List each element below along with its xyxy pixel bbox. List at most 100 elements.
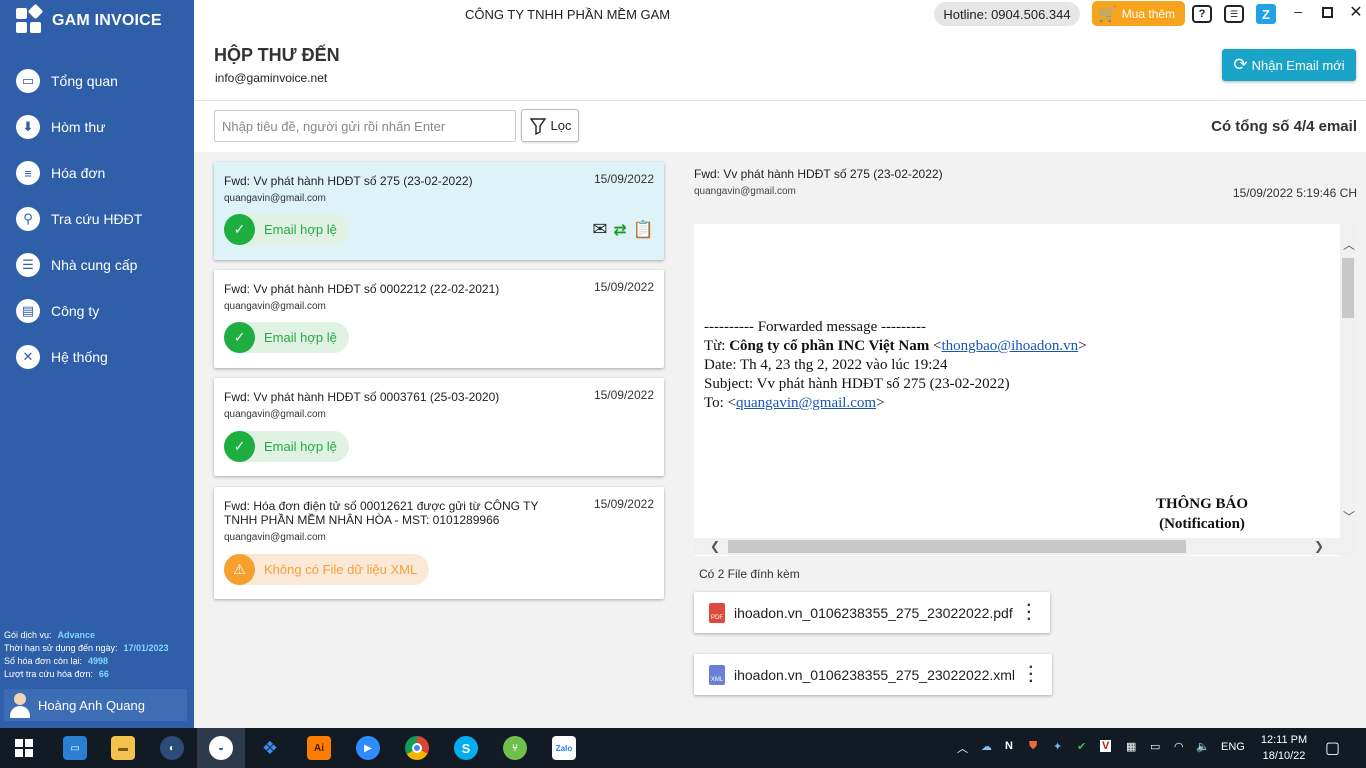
sidebar-item-label: Tra cứu HĐĐT xyxy=(51,211,143,227)
hotline-badge: Hotline: 0904.506.344 xyxy=(934,2,1080,26)
attachment-item[interactable]: PDF ihoadon.vn_0106238355_275_23022022.p… xyxy=(694,592,1050,633)
to-label: To: xyxy=(704,395,728,411)
buy-more-label: Mua thêm xyxy=(1121,6,1176,21)
tray-settings-icon[interactable]: ✦ xyxy=(1053,740,1062,753)
envelope-verify-icon[interactable]: ✉ xyxy=(592,219,607,240)
plan-value: Advance xyxy=(57,630,96,640)
tray-app-icon[interactable]: N xyxy=(1005,740,1013,752)
battery-icon[interactable]: ▭ xyxy=(1150,740,1160,753)
status-badge: ⚠ Không có File dữ liệu XML xyxy=(224,554,430,585)
from-email-link[interactable]: thongbao@ihoadon.vn xyxy=(941,338,1078,354)
tray-expand-icon[interactable]: ︿ xyxy=(957,740,968,756)
taskbar-app-explorer[interactable]: ▬ xyxy=(99,728,147,768)
email-date: 15/09/2022 xyxy=(593,172,654,186)
email-date: 15/09/2022 xyxy=(593,280,654,294)
notification-icon[interactable]: ▢ xyxy=(1325,738,1340,758)
subject-line: Subject: Vv phát hành HDĐT số 275 (23-02… xyxy=(704,376,1010,392)
taskbar-app-zoom[interactable]: ▶ xyxy=(344,728,392,768)
scroll-left-icon[interactable]: ❮ xyxy=(710,539,720,553)
to-email-link[interactable]: quangavin@gmail.com xyxy=(736,395,876,411)
chat-help-icon[interactable]: ? xyxy=(1192,5,1212,23)
user-profile[interactable]: Hoàng Anh Quang xyxy=(4,689,187,721)
sidebar-item-he-thong[interactable]: ✕ Hệ thống xyxy=(0,334,194,380)
sidebar-item-hom-thu[interactable]: ⬇ Hòm thư xyxy=(0,104,194,150)
email-subject: Fwd: Vv phát hành HDĐT số 275 (23-02-202… xyxy=(224,174,473,188)
sidebar-item-tra-cuu[interactable]: ⚲ Tra cứu HĐĐT xyxy=(0,196,194,242)
taskbar-app-remote[interactable]: ▭ xyxy=(51,728,99,768)
sidebar-item-nha-cung-cap[interactable]: ☰ Nhà cung cấp xyxy=(0,242,194,288)
notice-heading: THÔNG BÁO (Notification) xyxy=(1058,494,1340,534)
fetch-new-email-button[interactable]: ⟳ Nhận Email mới xyxy=(1222,49,1356,81)
zalo-app-icon: Zalo xyxy=(552,736,576,760)
volume-icon[interactable]: 🔈 xyxy=(1196,740,1210,753)
scroll-right-icon[interactable]: ❯ xyxy=(1314,539,1324,553)
tray-vivaldi-icon[interactable]: V xyxy=(1100,740,1112,752)
email-card[interactable]: Fwd: Vv phát hành HDĐT số 0002212 (22-02… xyxy=(214,270,664,368)
sidebar-item-tong-quan[interactable]: ▭ Tổng quan xyxy=(0,58,194,104)
email-card[interactable]: Fwd: Vv phát hành HDĐT số 275 (23-02-202… xyxy=(214,162,664,260)
filter-label: Lọc xyxy=(550,118,572,133)
minimize-icon[interactable]: – xyxy=(1291,4,1305,18)
taskbar-app-dropbox[interactable]: ❖ xyxy=(246,728,294,768)
taskbar-app-chrome[interactable] xyxy=(393,728,441,768)
app-logo-icon xyxy=(16,3,44,34)
skype-icon: S xyxy=(454,736,478,760)
mailbox-address: info@gaminvoice.net xyxy=(215,71,328,85)
status-badge: ✓ Email hợp lệ xyxy=(224,214,349,245)
date-line: Date: Th 4, 23 thg 2, 2022 vào lúc 19:24 xyxy=(704,357,948,373)
sidebar-nav: ▭ Tổng quan ⬇ Hòm thư ≡ Hóa đơn ⚲ Tra cứu HĐ… xyxy=(0,58,194,380)
system-clock[interactable]: 12:11 PM 18/10/22 xyxy=(1254,732,1314,764)
taskbar-app-illustrator[interactable]: Ai xyxy=(295,728,343,768)
sidebar-item-cong-ty[interactable]: ▤ Công ty xyxy=(0,288,194,334)
language-indicator[interactable]: ENG xyxy=(1221,741,1245,753)
wifi-icon[interactable]: ◠ xyxy=(1174,740,1184,753)
lookup-value: 66 xyxy=(98,669,109,679)
attachment-item[interactable]: XML ihoadon.vn_0106238355_275_23022022.x… xyxy=(694,654,1052,695)
email-subject: Fwd: Vv phát hành HDĐT số 0002212 (22-02… xyxy=(224,282,500,296)
check-icon: ✓ xyxy=(224,322,255,353)
zoom-icon: ▶ xyxy=(356,736,380,760)
scroll-thumb[interactable] xyxy=(728,540,1186,553)
download-icon: ⬇ xyxy=(16,115,40,139)
detail-datetime: 15/09/2022 5:19:46 CH xyxy=(1232,186,1357,200)
scroll-down-icon[interactable]: ﹀ xyxy=(1343,508,1355,525)
email-card[interactable]: Fwd: Hóa đơn điện tử số 00012621 được gử… xyxy=(214,487,664,599)
tray-check-icon[interactable]: ✔ xyxy=(1077,740,1086,753)
start-button[interactable] xyxy=(0,728,48,768)
scroll-up-icon[interactable]: ︿ xyxy=(1343,236,1355,253)
taskbar-app-media[interactable]: ◐ xyxy=(148,728,196,768)
filter-button[interactable]: Lọc xyxy=(521,109,579,142)
taskbar-app-gaminvoice[interactable]: ◒ xyxy=(197,728,245,768)
body-horizontal-scrollbar[interactable]: ❮ ❯ xyxy=(694,538,1340,555)
email-card[interactable]: Fwd: Vv phát hành HDĐT số 0003761 (25-03… xyxy=(214,378,664,476)
tray-cloud-icon[interactable]: ☁ xyxy=(981,740,992,753)
clipboard-check-icon[interactable]: 📋 xyxy=(633,220,654,240)
sidebar: GAM INVOICE ▭ Tổng quan ⬇ Hòm thư ≡ Hóa đơn… xyxy=(0,0,194,728)
taskbar-app-skype[interactable]: S xyxy=(442,728,490,768)
taskbar-app-sourcetree[interactable]: ⑂ xyxy=(491,728,539,768)
company-name: CÔNG TY TNHH PHẦN MỀM GAM xyxy=(465,7,671,22)
email-total: Có tổng số 4/4 email xyxy=(1211,118,1357,135)
search-link-icon: ⚲ xyxy=(16,207,40,231)
search-input[interactable] xyxy=(214,110,516,142)
zalo-icon[interactable]: Z xyxy=(1256,4,1276,24)
contacts-icon: ☰ xyxy=(16,253,40,277)
scroll-thumb[interactable] xyxy=(1342,258,1354,318)
document-icon: ≡ xyxy=(16,161,40,185)
support-chat-icon[interactable]: ☰ xyxy=(1224,5,1244,23)
close-icon[interactable]: ✕ xyxy=(1349,5,1363,21)
more-options-icon[interactable]: · · · xyxy=(1029,660,1034,690)
windows-icon xyxy=(15,739,33,757)
email-sender: quangavin@gmail.com xyxy=(224,193,326,204)
tray-shield-icon[interactable]: ⛊ xyxy=(1029,740,1037,753)
exchange-arrows-icon[interactable]: ⇄ xyxy=(613,220,626,240)
body-vertical-scrollbar[interactable]: ︿ ﹀ xyxy=(1340,224,1356,556)
building-icon: ▤ xyxy=(16,299,40,323)
monitor-icon: ▭ xyxy=(16,69,40,93)
more-options-icon[interactable]: · · · xyxy=(1027,598,1032,628)
maximize-icon[interactable] xyxy=(1320,6,1334,20)
buy-more-button[interactable]: 🛒 Mua thêm xyxy=(1092,1,1185,26)
sidebar-item-hoa-don[interactable]: ≡ Hóa đơn xyxy=(0,150,194,196)
taskbar-app-zalo[interactable]: Zalo xyxy=(540,728,588,768)
tray-device-icon[interactable]: ▦ xyxy=(1126,740,1136,753)
